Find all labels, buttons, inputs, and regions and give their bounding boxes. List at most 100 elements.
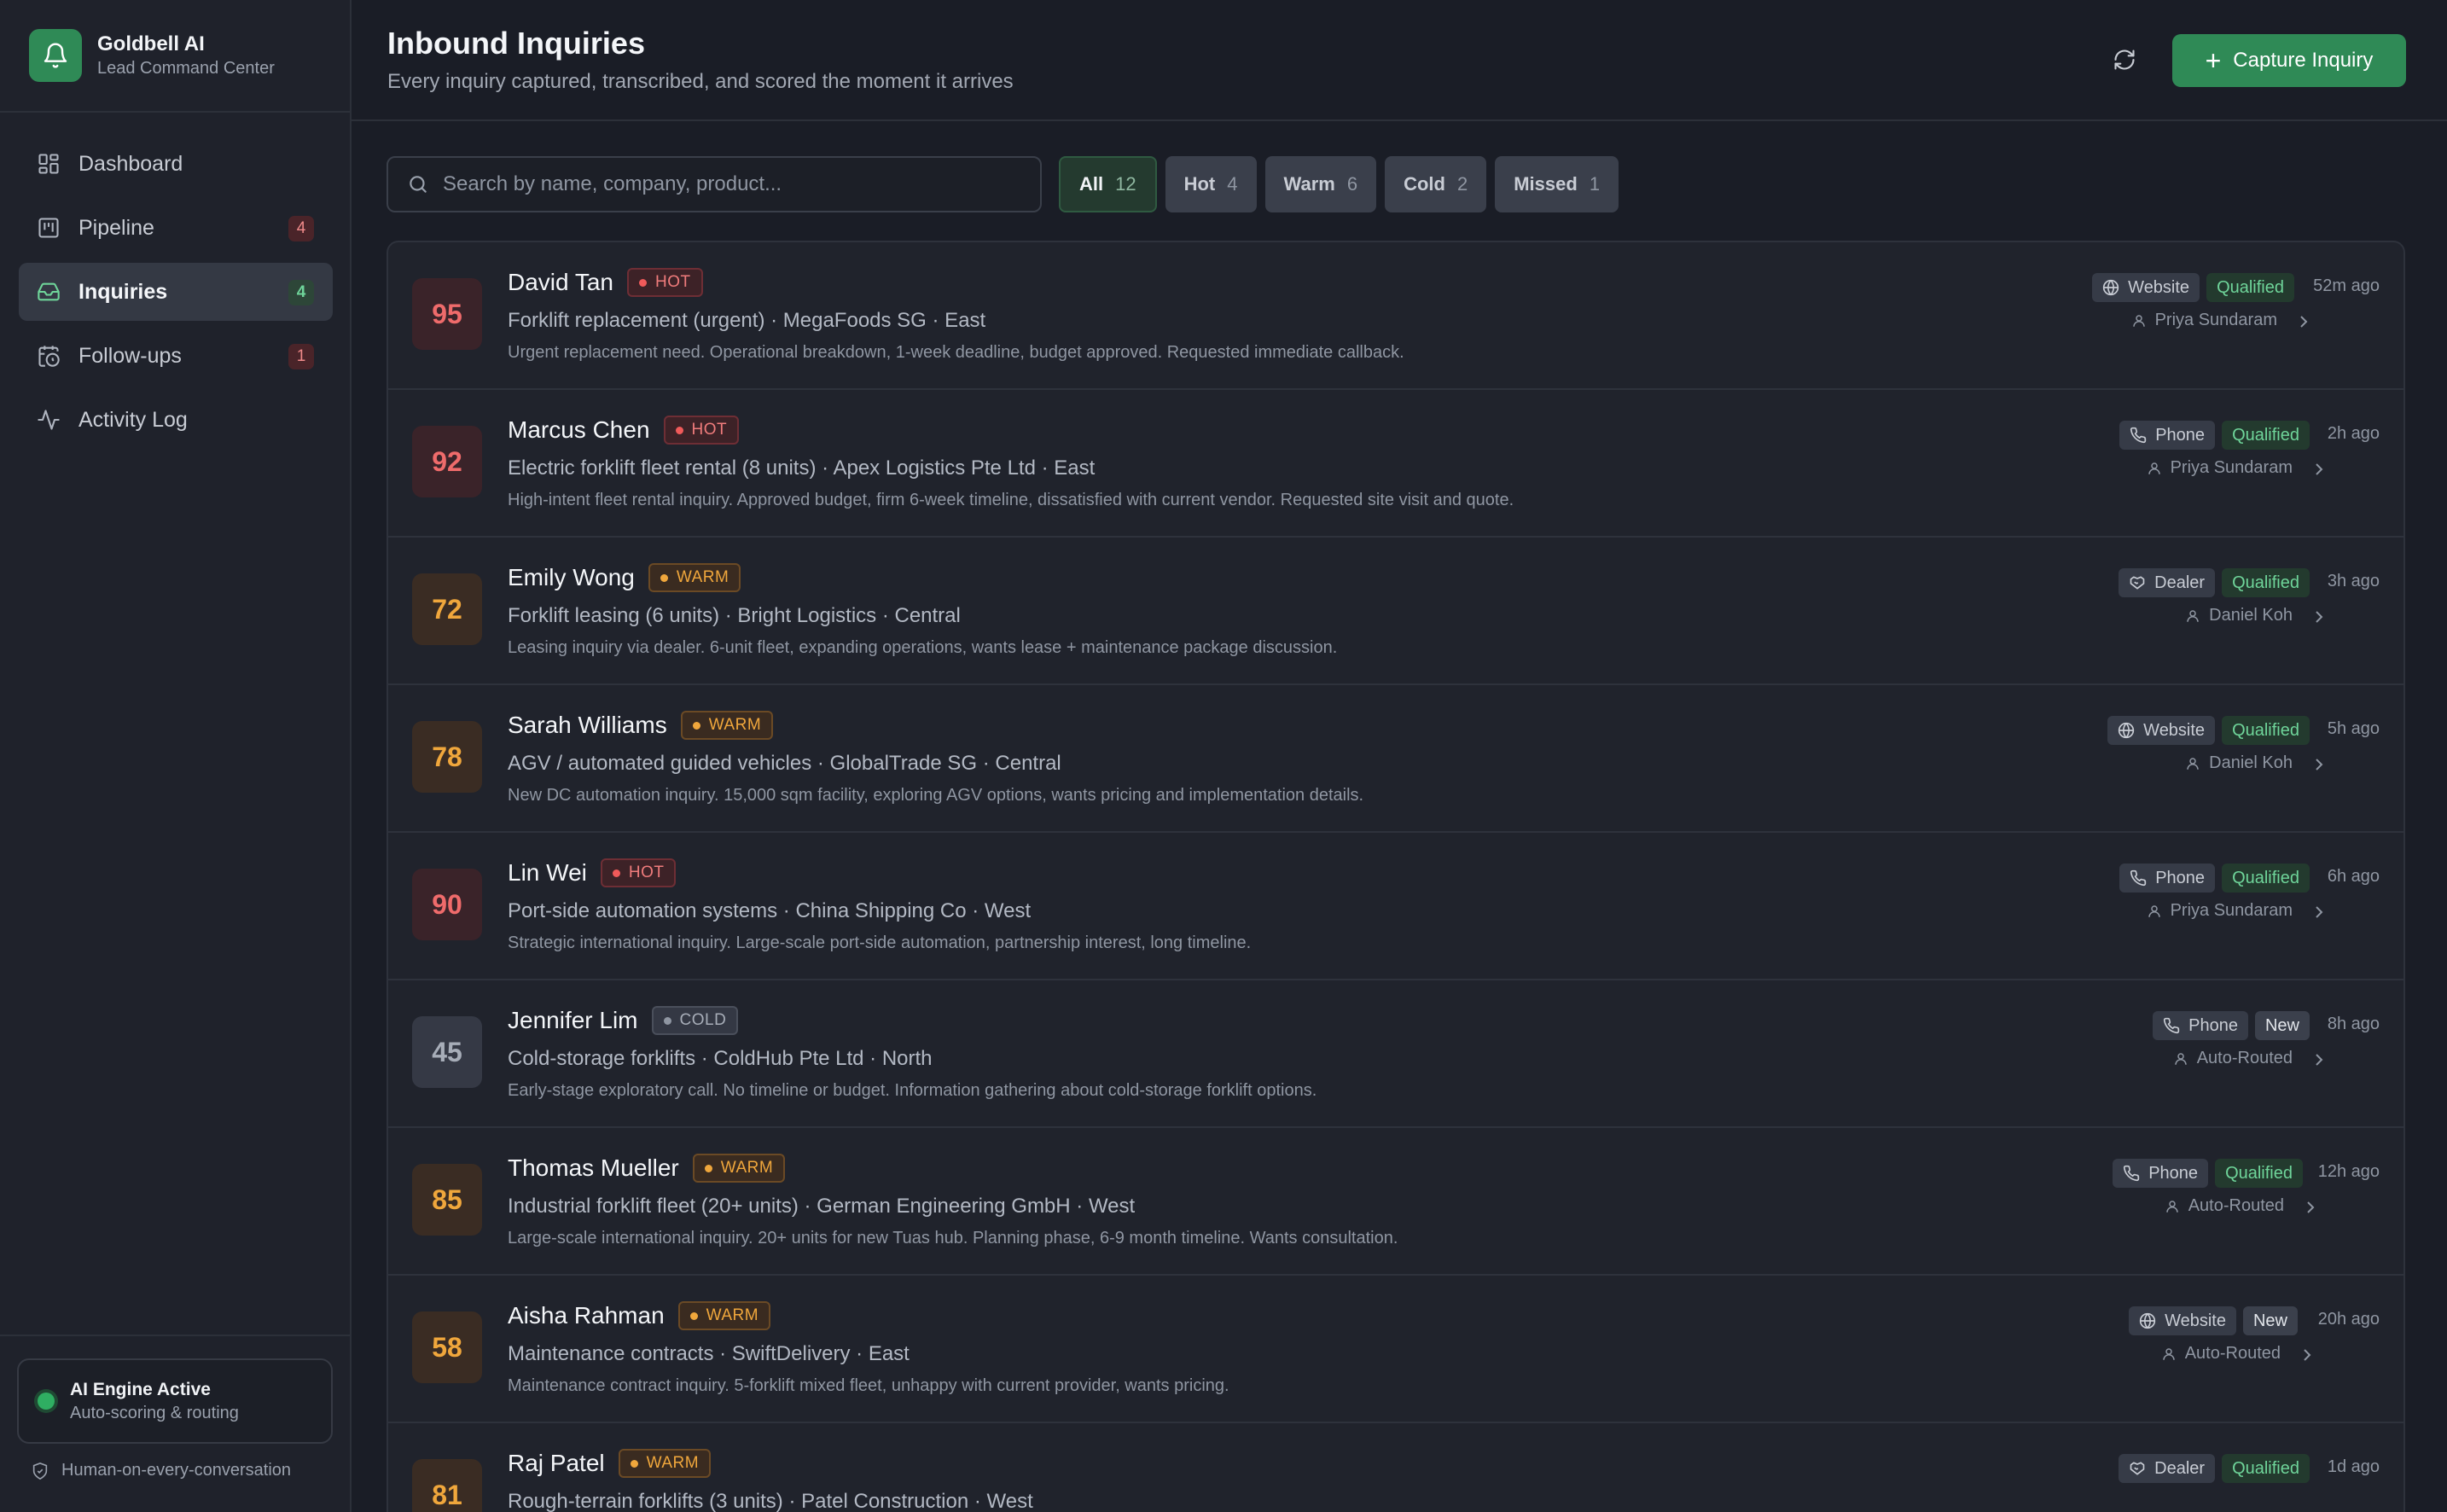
sidebar-item-dashboard[interactable]: Dashboard bbox=[19, 135, 333, 193]
chevron-right-icon[interactable] bbox=[2310, 1049, 2328, 1071]
owner: Auto-Routed bbox=[2165, 1196, 2284, 1216]
lead-score: 45 bbox=[412, 1016, 482, 1088]
lead-product: Forklift replacement (urgent) · MegaFood… bbox=[508, 309, 986, 332]
timestamp: 1d ago bbox=[2327, 1457, 2380, 1476]
lead-product: Rough-terrain forklifts (3 units) · Pate… bbox=[508, 1490, 1033, 1512]
dot-icon bbox=[660, 573, 668, 582]
search-icon bbox=[410, 176, 427, 193]
capture-inquiry-label: Capture Inquiry bbox=[2233, 49, 2374, 72]
channel-label: Website bbox=[2165, 1311, 2226, 1330]
filter-cold[interactable]: Cold 2 bbox=[1385, 156, 1487, 212]
sidebar-item-pipeline[interactable]: Pipeline 4 bbox=[19, 199, 333, 257]
inquiry-row[interactable]: 85 Thomas Mueller WARM Industrial forkli… bbox=[388, 1128, 2403, 1276]
inquiry-row[interactable]: 72 Emily Wong WARM Forklift leasing (6 u… bbox=[388, 538, 2403, 685]
lead-score: 78 bbox=[412, 721, 482, 793]
timestamp: 20h ago bbox=[2317, 1310, 2380, 1329]
globe-icon bbox=[2103, 279, 2119, 296]
lead-score: 85 bbox=[412, 1164, 482, 1236]
search-box[interactable] bbox=[387, 156, 1042, 212]
dot-icon bbox=[704, 1164, 712, 1172]
lead-name: Sarah Williams bbox=[508, 712, 667, 738]
chevron-right-icon[interactable] bbox=[2294, 311, 2313, 333]
chevron-right-icon[interactable] bbox=[2310, 901, 2328, 923]
inquiry-row[interactable]: 81 Raj Patel WARM Rough-terrain forklift… bbox=[388, 1423, 2403, 1512]
channel-label: Dealer bbox=[2154, 1458, 2206, 1478]
lead-score: 58 bbox=[412, 1311, 482, 1383]
lead-product: Electric forklift fleet rental (8 units)… bbox=[508, 457, 1096, 480]
refresh-button[interactable] bbox=[2106, 41, 2143, 79]
sidebar: Goldbell AI Lead Command Center Dashboar… bbox=[0, 0, 352, 1512]
channel-label: Website bbox=[2143, 720, 2206, 740]
user-icon bbox=[2187, 757, 2199, 770]
lead-summary: High-intent fleet rental inquiry. Approv… bbox=[508, 491, 1514, 509]
inbox-icon bbox=[36, 279, 61, 305]
owner: Daniel Koh bbox=[2185, 606, 2293, 625]
inquiry-row[interactable]: 45 Jennifer Lim COLD Cold-storage forkli… bbox=[388, 980, 2403, 1128]
channel-chip: Phone bbox=[2113, 1159, 2209, 1188]
sidebar-nav: Dashboard Pipeline 4 Inquiries 4 Follow-… bbox=[19, 135, 333, 455]
handshake-icon bbox=[2130, 1462, 2145, 1475]
lead-score: 81 bbox=[412, 1459, 482, 1512]
sidebar-item-activity-log[interactable]: Activity Log bbox=[19, 391, 333, 449]
inquiry-row[interactable]: 58 Aisha Rahman WARM Maintenance contrac… bbox=[388, 1276, 2403, 1423]
chevron-right-icon[interactable] bbox=[2301, 1196, 2320, 1218]
filter-warm[interactable]: Warm 6 bbox=[1264, 156, 1377, 212]
chevron-right-icon[interactable] bbox=[2310, 606, 2328, 628]
divider bbox=[0, 1335, 350, 1336]
channel-label: Phone bbox=[2148, 1163, 2199, 1183]
filter-all[interactable]: All 12 bbox=[1059, 156, 1157, 212]
brand-subtitle: Lead Command Center bbox=[97, 59, 275, 78]
owner: Priya Sundaram bbox=[2147, 458, 2293, 478]
user-icon bbox=[2165, 1200, 2178, 1213]
timestamp: 5h ago bbox=[2327, 719, 2380, 738]
divider bbox=[0, 111, 350, 113]
lead-name: Aisha Rahman bbox=[508, 1302, 665, 1329]
inquiry-row[interactable]: 95 David Tan HOT Forklift replacement (u… bbox=[388, 242, 2403, 390]
owner-name: Priya Sundaram bbox=[2170, 901, 2293, 920]
search-input[interactable] bbox=[443, 172, 1006, 196]
temperature-label: WARM bbox=[676, 568, 729, 586]
lead-meta: Dealer Qualified 3h ago Daniel Koh bbox=[1936, 568, 2380, 657]
owner-name: Daniel Koh bbox=[2209, 606, 2293, 625]
filter-hot[interactable]: Hot 4 bbox=[1165, 156, 1257, 212]
owner-name: Auto-Routed bbox=[2196, 1049, 2293, 1067]
temperature-tag: HOT bbox=[600, 858, 677, 887]
temperature-label: WARM bbox=[706, 1306, 759, 1324]
human-note-text: Human-on-every-conversation bbox=[61, 1461, 292, 1480]
channel-chip: Phone bbox=[2153, 1011, 2248, 1040]
lead-summary: Urgent replacement need. Operational bre… bbox=[508, 343, 1404, 362]
temperature-label: HOT bbox=[628, 864, 665, 881]
lead-meta: Website Qualified 52m ago Priya Sundaram bbox=[1936, 273, 2380, 362]
lead-meta: Website New 20h ago Auto-Routed bbox=[1936, 1306, 2380, 1395]
sidebar-item-follow-ups[interactable]: Follow-ups 1 bbox=[19, 327, 333, 385]
lead-name: Jennifer Lim bbox=[508, 1007, 638, 1033]
inquiry-row[interactable]: 92 Marcus Chen HOT Electric forklift fle… bbox=[388, 390, 2403, 538]
dot-icon bbox=[612, 869, 620, 877]
ai-status-title: AI Engine Active bbox=[70, 1380, 211, 1399]
channel-chip: Website bbox=[2129, 1306, 2236, 1335]
dot-icon bbox=[675, 426, 683, 434]
lead-product: Cold-storage forklifts · ColdHub Pte Ltd… bbox=[508, 1047, 933, 1070]
channel-chip: Phone bbox=[2119, 421, 2216, 450]
inquiry-row[interactable]: 78 Sarah Williams WARM AGV / automated g… bbox=[388, 685, 2403, 833]
owner-name: Auto-Routed bbox=[2184, 1344, 2281, 1363]
channel-label: Dealer bbox=[2154, 573, 2206, 592]
phone-icon bbox=[2130, 869, 2147, 887]
filter-missed[interactable]: Missed 1 bbox=[1495, 156, 1619, 212]
phone-icon bbox=[2164, 1017, 2180, 1034]
filter-count: 6 bbox=[1346, 173, 1358, 195]
kanban-icon bbox=[36, 215, 61, 241]
lead-summary: Early-stage exploratory call. No timelin… bbox=[508, 1081, 1317, 1100]
temperature-tag: WARM bbox=[692, 1154, 786, 1183]
capture-inquiry-button[interactable]: + Capture Inquiry bbox=[2172, 34, 2406, 87]
owner: Priya Sundaram bbox=[2147, 901, 2293, 921]
inquiries-count-badge: 4 bbox=[288, 280, 314, 305]
lead-name: David Tan bbox=[508, 269, 614, 295]
brand[interactable]: Goldbell AI Lead Command Center bbox=[29, 29, 275, 82]
chevron-right-icon[interactable] bbox=[2298, 1344, 2316, 1366]
chevron-right-icon[interactable] bbox=[2310, 753, 2328, 776]
inquiry-row[interactable]: 90 Lin Wei HOT Port-side automation syst… bbox=[388, 833, 2403, 980]
sidebar-item-inquiries[interactable]: Inquiries 4 bbox=[19, 263, 333, 321]
lead-name: Raj Patel bbox=[508, 1450, 605, 1476]
chevron-right-icon[interactable] bbox=[2310, 458, 2328, 480]
